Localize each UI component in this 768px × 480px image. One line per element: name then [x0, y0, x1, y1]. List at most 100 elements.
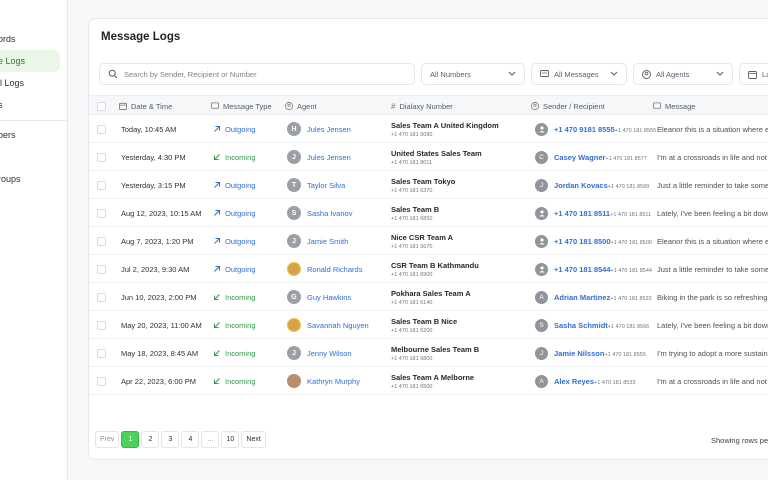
page-button-1[interactable]: 1	[121, 431, 140, 448]
sidebar-item-label: roups	[0, 174, 21, 184]
sender-recipient[interactable]: A Adrian Martinez+1 470 181 8522	[535, 283, 652, 311]
message-preview[interactable]: I'm at a crossroads in life and not su	[657, 143, 768, 171]
agent-link[interactable]: J Jamie Smith	[287, 227, 348, 255]
message-preview[interactable]: Eleanor this is a situation where exc	[657, 227, 768, 255]
sender-recipient[interactable]: C Casey Wagner+1 470 181 8577	[535, 143, 647, 171]
agent-avatar: G	[287, 290, 301, 304]
message-preview[interactable]: Lately, I've been feeling a bit down, a	[657, 311, 768, 339]
header-label: Message	[665, 101, 696, 111]
row-checkbox[interactable]	[97, 367, 106, 395]
sidebar-item-numbers[interactable]: bers	[0, 124, 16, 146]
dialaxy-number: CSR Team B Kathmandu +1 470 181 6900	[391, 255, 479, 283]
sender-number: +1 470 181 8511	[610, 211, 652, 218]
sender-recipient[interactable]: J Jordan Kovacs+1 470 181 8599	[535, 171, 649, 199]
row-checkbox[interactable]	[97, 227, 106, 255]
agent-link[interactable]: Savannah Nguyen	[287, 311, 369, 339]
select-all-checkbox[interactable]	[97, 96, 106, 116]
messages-select-value: All Messages	[554, 69, 599, 79]
table-row[interactable]: Today, 10:45 AM Outgoing H Jules Jensen Sale…	[89, 115, 768, 143]
message-preview[interactable]: I'm trying to adopt a more sustainab	[657, 339, 768, 367]
agent-link[interactable]: Kathryn Murphy	[287, 367, 360, 395]
agent-link[interactable]: Ronald Richards	[287, 255, 362, 283]
message-type-label: Outgoing	[225, 208, 256, 218]
table-row[interactable]: May 20, 2023, 11:00 AM Incoming Savannah N…	[89, 311, 768, 339]
date-time: Yesterday, 3:15 PM	[121, 180, 186, 190]
sender-recipient[interactable]: +1 470 181 8511+1 470 181 8511	[535, 199, 651, 227]
message-type-label: Incoming	[225, 376, 256, 386]
row-checkbox[interactable]	[97, 143, 106, 171]
next-page-button[interactable]: Next	[241, 431, 266, 448]
sender-recipient[interactable]: A Alex Reyes+1 470 181 8533	[535, 367, 635, 395]
row-checkbox[interactable]	[97, 339, 106, 367]
page-title: Message Logs	[101, 31, 181, 43]
contact-avatar: J	[535, 346, 548, 360]
agent-link[interactable]: J Jules Jensen	[287, 143, 351, 171]
sidebar-item-groups[interactable]: roups	[0, 168, 21, 190]
agent-link[interactable]: J Jenny Wilson	[287, 339, 352, 367]
table-row[interactable]: Apr 22, 2023, 6:00 PM Incoming Kathryn Mur…	[89, 367, 768, 395]
sidebar-item-email-logs[interactable]: il Logs	[0, 72, 24, 94]
page-ellipsis: ...	[201, 431, 220, 448]
sidebar-item-s[interactable]: s	[0, 94, 3, 116]
dialaxy-number: United States Sales Team +1 470 181 8011	[391, 143, 482, 171]
table-row[interactable]: Aug 12, 2023, 10:15 AM Outgoing S Sasha Iva…	[89, 199, 768, 227]
date-select[interactable]: La	[739, 63, 768, 85]
agent-link[interactable]: T Taylor Silva	[287, 171, 345, 199]
contact-avatar: A	[535, 290, 548, 304]
header-agent[interactable]: Agent	[285, 96, 317, 116]
search-input[interactable]	[124, 69, 404, 79]
message-preview[interactable]: Eleanor this is a situation where exc	[657, 115, 768, 143]
row-checkbox[interactable]	[97, 171, 106, 199]
outgoing-arrow-icon	[214, 266, 220, 272]
message-preview[interactable]: Just a little reminder to take some ti	[657, 171, 768, 199]
page-button-3[interactable]: 3	[161, 431, 180, 448]
table-row[interactable]: Yesterday, 3:15 PM Outgoing T Taylor Silva S…	[89, 171, 768, 199]
prev-page-button[interactable]: Prev	[95, 431, 120, 448]
row-checkbox[interactable]	[97, 283, 106, 311]
agent-name: Sasha Ivanov	[307, 208, 353, 218]
message-preview[interactable]: Lately, I've been feeling a bit down, a	[657, 199, 768, 227]
message-preview[interactable]: Just a little reminder to take some ti	[657, 255, 768, 283]
page-button-2[interactable]: 2	[141, 431, 160, 448]
header-message-type[interactable]: Message Type	[211, 96, 272, 116]
table-row[interactable]: Yesterday, 4:30 PM Incoming J Jules Jensen U…	[89, 143, 768, 171]
table-row[interactable]: Aug 7, 2023, 1:20 PM Outgoing J Jamie Smith…	[89, 227, 768, 255]
row-checkbox[interactable]	[97, 199, 106, 227]
table-row[interactable]: May 18, 2023, 8:45 AM Incoming J Jenny Wils…	[89, 339, 768, 367]
chevron-down-icon	[610, 71, 618, 76]
sender-recipient[interactable]: +1 470 9181 8555+1 470 181 8555	[535, 115, 656, 143]
agents-select[interactable]: All Agents	[633, 63, 733, 85]
header-dialaxy-number[interactable]: # Dialaxy Number	[391, 96, 453, 116]
message-type: Incoming	[213, 367, 255, 395]
header-date-time[interactable]: Date & Time	[119, 96, 172, 116]
contact-avatar: S	[535, 318, 548, 332]
sender-recipient[interactable]: +1 470 181 8500+1 470 181 8500	[535, 227, 652, 255]
agent-link[interactable]: S Sasha Ivanov	[287, 199, 352, 227]
agent-link[interactable]: G Guy Hawkins	[287, 283, 351, 311]
incoming-arrow-icon	[214, 154, 220, 160]
page-button-4[interactable]: 4	[181, 431, 200, 448]
messages-select[interactable]: All Messages	[531, 63, 627, 85]
row-checkbox[interactable]	[97, 311, 106, 339]
search-box[interactable]	[99, 63, 415, 85]
unknown-contact-icon	[535, 234, 548, 248]
agent-avatar: T	[287, 178, 301, 192]
table-row[interactable]: Jun 10, 2023, 2:00 PM Incoming G Guy Hawkin…	[89, 283, 768, 311]
page-button-10[interactable]: 10	[221, 431, 240, 448]
sender-recipient[interactable]: S Sasha Schmidt+1 470 181 8566	[535, 311, 649, 339]
number-name: Sales Team A Melborne	[391, 372, 475, 382]
sidebar-item-message-logs[interactable]: e Logs	[0, 50, 60, 72]
search-icon	[108, 69, 118, 79]
row-checkbox[interactable]	[97, 115, 106, 143]
message-preview[interactable]: Biking in the park is so refreshing. I w	[657, 283, 768, 311]
header-sender-recipient[interactable]: Sender / Recipient	[531, 96, 605, 116]
agent-link[interactable]: H Jules Jensen	[287, 115, 351, 143]
numbers-select[interactable]: All Numbers	[421, 63, 525, 85]
table-row[interactable]: Jul 2, 2023, 9:30 AM Outgoing Ronald Richa…	[89, 255, 768, 283]
row-checkbox[interactable]	[97, 255, 106, 283]
sender-recipient[interactable]: J Jamie Nilsson+1 470 181 8555	[535, 339, 646, 367]
message-preview[interactable]: I'm at a crossroads in life and not su	[657, 367, 768, 395]
sender-recipient[interactable]: +1 470 181 8544+1 470 181 8544	[535, 255, 652, 283]
sidebar-item-records[interactable]: ords	[0, 28, 16, 50]
header-message[interactable]: Message	[653, 96, 695, 116]
